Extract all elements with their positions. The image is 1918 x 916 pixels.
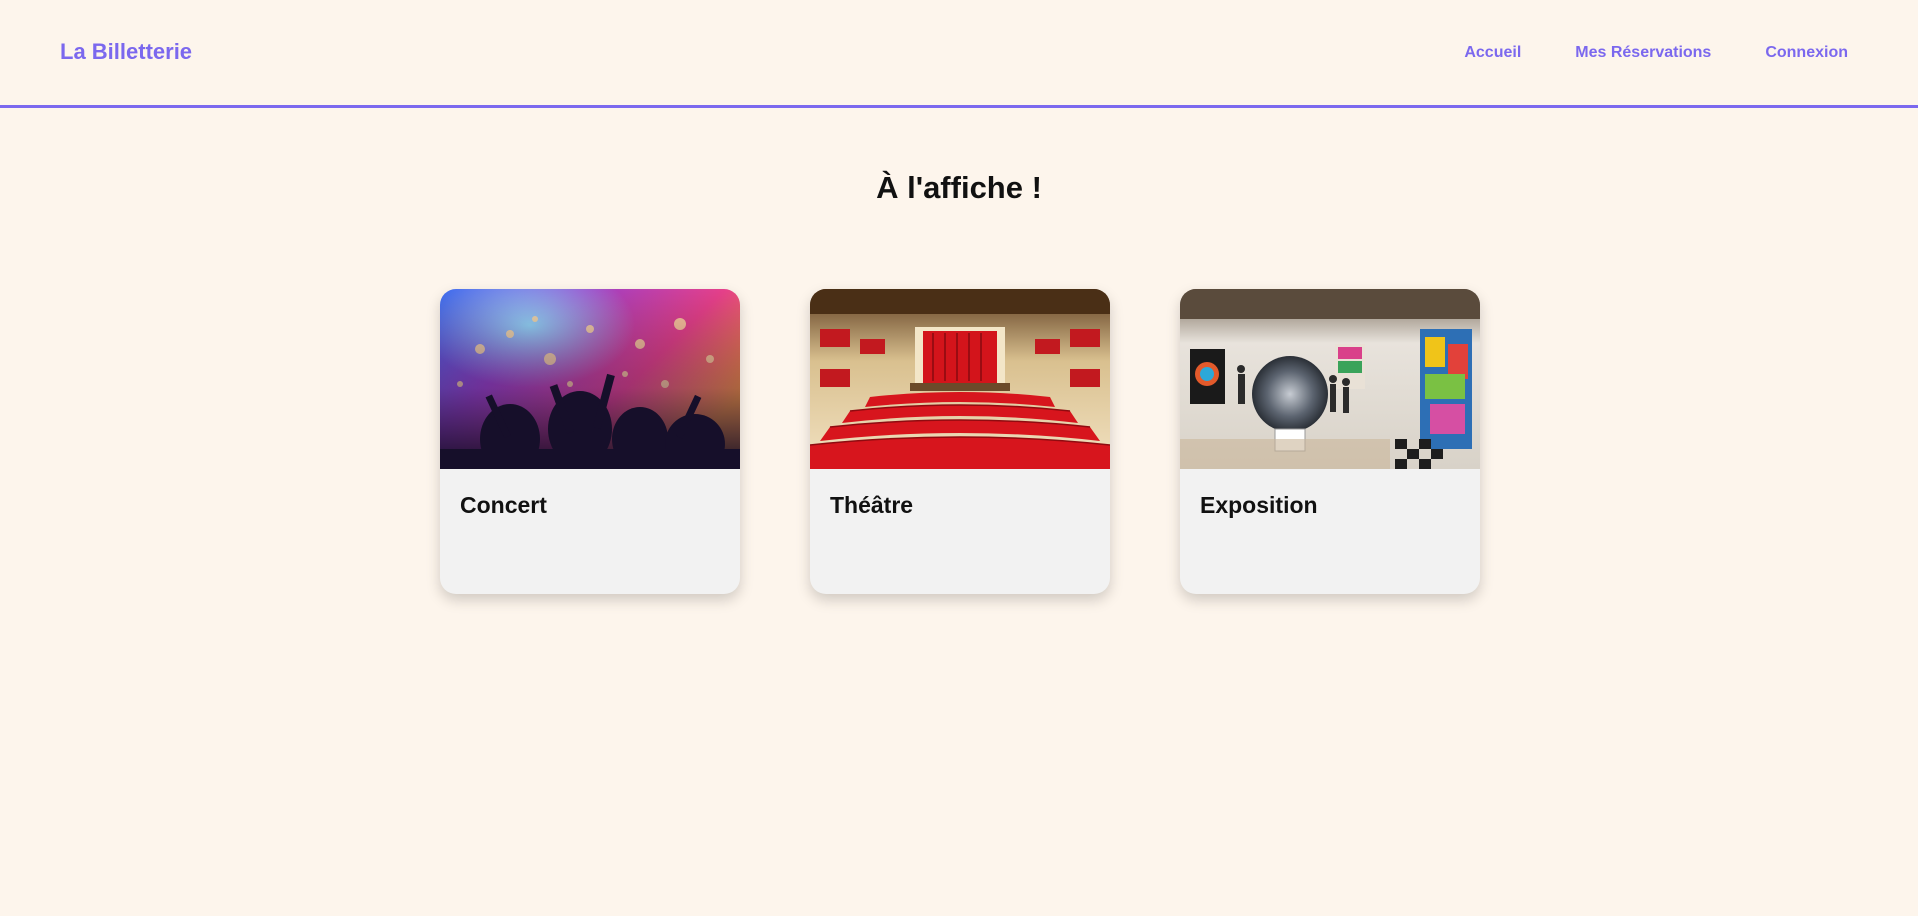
event-card-title: Théâtre bbox=[830, 492, 914, 518]
page-title: À l'affiche ! bbox=[876, 170, 1042, 205]
nav-link-connexion[interactable]: Connexion bbox=[1765, 43, 1848, 63]
brand-logo-link[interactable]: La Billetterie bbox=[60, 38, 192, 66]
nav-links: Accueil Mes Réservations Connexion bbox=[1464, 43, 1848, 63]
event-card-title: Exposition bbox=[1200, 492, 1318, 518]
navbar: La Billetterie Accueil Mes Réservations … bbox=[0, 0, 1918, 108]
theatre-image bbox=[810, 289, 1110, 469]
event-card-exposition[interactable]: Exposition bbox=[1180, 289, 1480, 594]
concert-image bbox=[440, 289, 740, 469]
event-card-theatre[interactable]: Théâtre bbox=[810, 289, 1110, 594]
nav-link-accueil[interactable]: Accueil bbox=[1464, 43, 1521, 63]
event-cards: Concert Théâtre Exposition bbox=[440, 289, 1480, 594]
exposition-image bbox=[1180, 289, 1480, 469]
event-card-title: Concert bbox=[460, 492, 547, 518]
nav-link-mes-reservations[interactable]: Mes Réservations bbox=[1575, 43, 1711, 63]
event-card-concert[interactable]: Concert bbox=[440, 289, 740, 594]
